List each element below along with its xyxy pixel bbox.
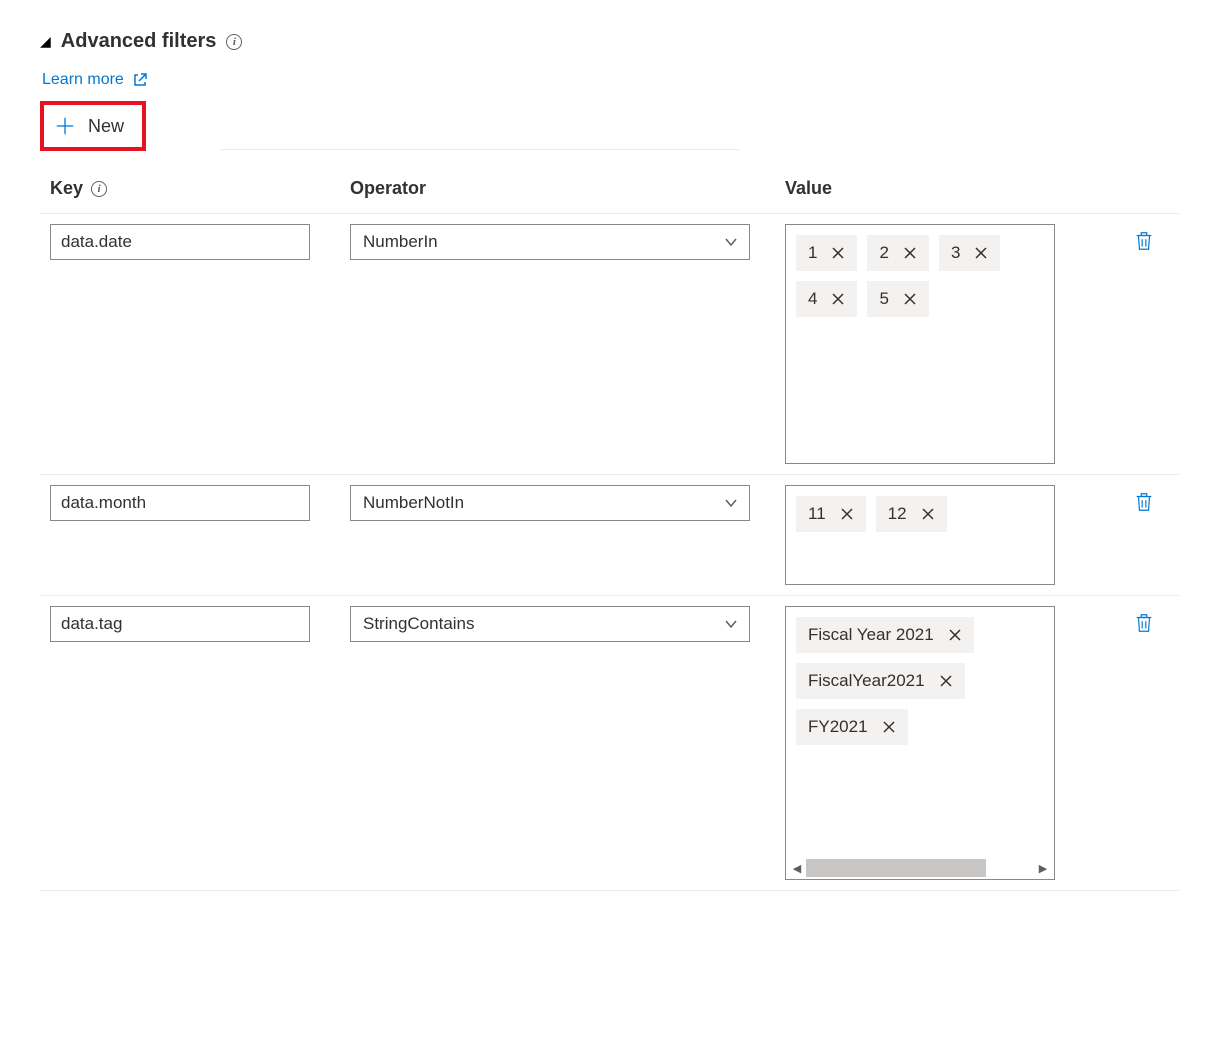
section-title: Advanced filters: [61, 30, 217, 53]
chip-label: FiscalYear2021: [808, 671, 925, 691]
value-chip: FiscalYear2021: [796, 663, 965, 699]
chip-label: 1: [808, 243, 817, 263]
chip-label: 12: [888, 504, 907, 524]
remove-icon[interactable]: [974, 246, 988, 260]
info-icon[interactable]: i: [91, 181, 107, 197]
value-chip: FY2021: [796, 709, 908, 745]
delete-icon[interactable]: [1133, 491, 1155, 513]
scroll-track[interactable]: [806, 859, 1034, 877]
scroll-thumb[interactable]: [806, 859, 986, 877]
key-input[interactable]: [50, 485, 310, 521]
operator-select[interactable]: [350, 606, 750, 642]
remove-icon[interactable]: [903, 246, 917, 260]
remove-icon[interactable]: [840, 507, 854, 521]
value-chip: 1: [796, 235, 857, 271]
value-chip: 12: [876, 496, 947, 532]
new-button-label: New: [88, 116, 124, 137]
info-icon[interactable]: i: [226, 34, 242, 50]
value-chip: 5: [867, 281, 928, 317]
key-input[interactable]: [50, 606, 310, 642]
chip-label: 5: [879, 289, 888, 309]
external-link-icon: [132, 72, 148, 88]
value-chip: Fiscal Year 2021: [796, 617, 974, 653]
new-button[interactable]: New: [40, 101, 146, 151]
learn-more-label: Learn more: [42, 71, 124, 89]
filter-row: Fiscal Year 2021 FiscalYear2021 FY2021 ◀: [40, 596, 1179, 891]
value-box[interactable]: Fiscal Year 2021 FiscalYear2021 FY2021 ◀: [785, 606, 1055, 880]
filter-row: 11 12: [40, 475, 1179, 596]
value-box[interactable]: 11 12: [785, 485, 1055, 585]
remove-icon[interactable]: [831, 246, 845, 260]
scroll-left-icon[interactable]: ◀: [788, 859, 806, 877]
chip-label: 3: [951, 243, 960, 263]
value-chip: 4: [796, 281, 857, 317]
value-chip: 11: [796, 496, 866, 532]
remove-icon[interactable]: [882, 720, 896, 734]
filter-table: Key i Operator Value 1: [40, 170, 1179, 891]
operator-select[interactable]: [350, 224, 750, 260]
filter-table-header: Key i Operator Value: [40, 170, 1179, 214]
column-header-value: Value: [785, 178, 832, 198]
value-chip: 2: [867, 235, 928, 271]
remove-icon[interactable]: [903, 292, 917, 306]
chip-label: Fiscal Year 2021: [808, 625, 934, 645]
plus-icon: [54, 115, 76, 137]
remove-icon[interactable]: [921, 507, 935, 521]
value-box[interactable]: 1 2 3 4 5: [785, 224, 1055, 464]
delete-icon[interactable]: [1133, 230, 1155, 252]
toolbar-divider: [220, 149, 740, 150]
value-chip: 3: [939, 235, 1000, 271]
filter-row: 1 2 3 4 5: [40, 214, 1179, 475]
horizontal-scrollbar[interactable]: ◀ ▶: [788, 859, 1052, 877]
key-input[interactable]: [50, 224, 310, 260]
chip-label: FY2021: [808, 717, 868, 737]
remove-icon[interactable]: [939, 674, 953, 688]
column-header-operator: Operator: [350, 178, 426, 198]
delete-icon[interactable]: [1133, 612, 1155, 634]
chip-label: 2: [879, 243, 888, 263]
chip-label: 11: [808, 504, 826, 524]
learn-more-link[interactable]: Learn more: [42, 71, 148, 89]
advanced-filters-header[interactable]: ◢ Advanced filters i: [40, 30, 1179, 53]
remove-icon[interactable]: [948, 628, 962, 642]
remove-icon[interactable]: [831, 292, 845, 306]
chip-label: 4: [808, 289, 817, 309]
collapse-icon: ◢: [40, 33, 51, 50]
scroll-right-icon[interactable]: ▶: [1034, 859, 1052, 877]
operator-select[interactable]: [350, 485, 750, 521]
column-header-key: Key: [50, 178, 83, 199]
